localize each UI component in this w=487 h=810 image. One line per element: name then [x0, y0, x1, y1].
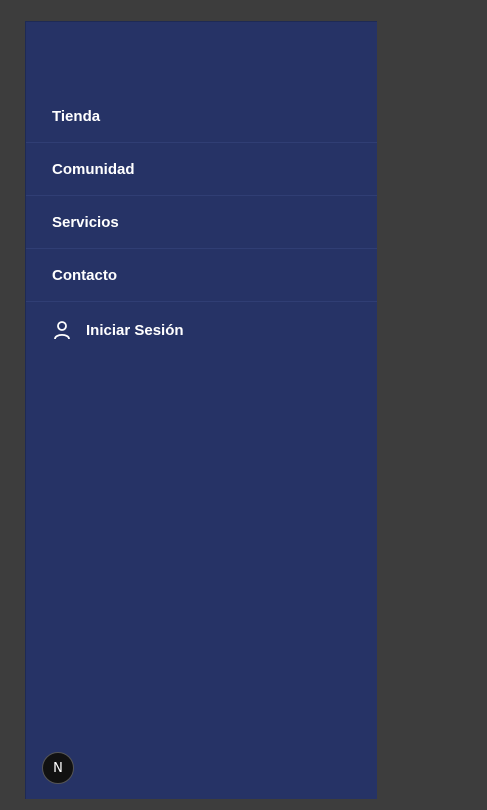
nav-item-label: Comunidad: [52, 160, 135, 178]
nav-item-tienda[interactable]: Tienda: [26, 90, 377, 143]
nav-item-label: Contacto: [52, 266, 117, 284]
nav-item-contacto[interactable]: Contacto: [26, 249, 377, 302]
nav-item-label: Tienda: [52, 107, 101, 125]
nav-item-servicios[interactable]: Servicios: [26, 196, 377, 249]
login-label: Iniciar Sesión: [86, 321, 184, 339]
n-logo-badge[interactable]: N: [42, 752, 74, 784]
login-button[interactable]: Iniciar Sesión: [26, 302, 377, 358]
nav-item-comunidad[interactable]: Comunidad: [26, 143, 377, 196]
user-icon: [52, 320, 72, 340]
nav-menu: Tienda Comunidad Servicios Contacto Inic…: [26, 90, 377, 358]
badge-letter: N: [53, 760, 63, 776]
nav-item-label: Servicios: [52, 213, 119, 231]
side-drawer: Tienda Comunidad Servicios Contacto Inic…: [25, 21, 377, 799]
